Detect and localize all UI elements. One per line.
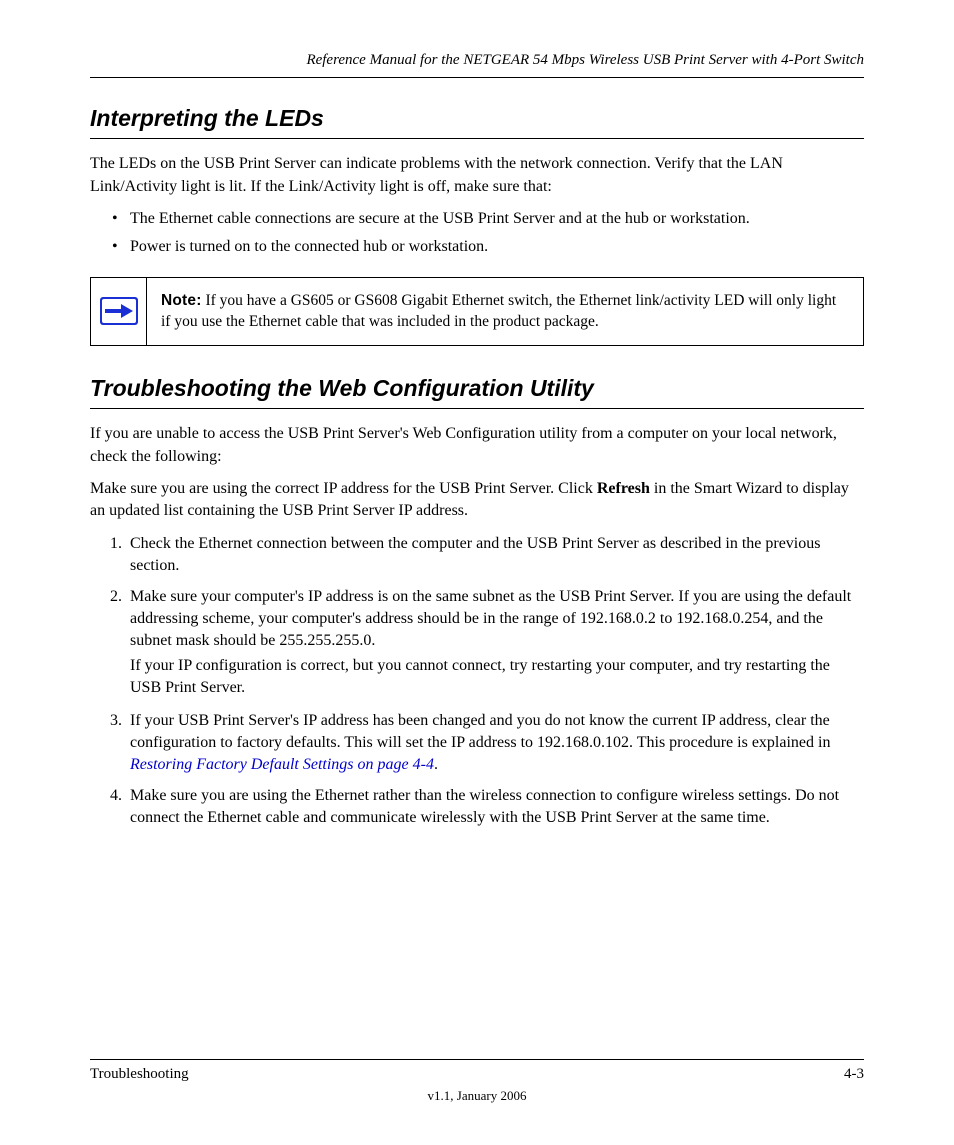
list-item: Make sure your computer's IP address is … — [126, 586, 864, 700]
webconfig-intro-b: Make sure you are using the correct IP a… — [90, 478, 864, 523]
list-item: Check the Ethernet connection between th… — [126, 533, 864, 578]
list-item: Make sure you are using the Ethernet rat… — [126, 785, 864, 830]
cross-reference-link[interactable]: Restoring Factory Default Settings — [130, 756, 354, 773]
arrow-right-icon — [99, 296, 139, 326]
if-clause: If your IP configuration is correct, but… — [130, 655, 864, 700]
leds-bullet-list: The Ethernet cable connections are secur… — [112, 208, 864, 259]
note-callout: Note: If you have a GS605 or GS608 Gigab… — [90, 277, 864, 346]
footer-version: v1.1, January 2006 — [90, 1087, 864, 1105]
note-body: If you have a GS605 or GS608 Gigabit Eth… — [161, 292, 836, 331]
webconfig-intro-a: If you are unable to access the USB Prin… — [90, 423, 864, 468]
list-item: If your USB Print Server's IP address ha… — [126, 710, 864, 777]
note-text: Note: If you have a GS605 or GS608 Gigab… — [147, 278, 863, 345]
list-item: Power is turned on to the connected hub … — [112, 236, 864, 258]
page-footer: Troubleshooting 4-3 v1.1, January 2006 — [90, 1059, 864, 1105]
footer-page-number: 4-3 — [844, 1064, 864, 1085]
note-icon-cell — [91, 278, 147, 345]
header-title: Reference Manual for the NETGEAR 54 Mbps… — [306, 52, 864, 68]
footer-left: Troubleshooting — [90, 1064, 189, 1085]
section-heading-webconfig: Troubleshooting the Web Configuration Ut… — [90, 372, 864, 409]
page-header: Reference Manual for the NETGEAR 54 Mbps… — [90, 50, 864, 78]
leds-intro: The LEDs on the USB Print Server can ind… — [90, 153, 864, 198]
note-label: Note: — [161, 292, 202, 309]
section-heading-leds: Interpreting the LEDs — [90, 102, 864, 139]
troubleshooting-steps: Check the Ethernet connection between th… — [126, 533, 864, 830]
list-item: The Ethernet cable connections are secur… — [112, 208, 864, 230]
